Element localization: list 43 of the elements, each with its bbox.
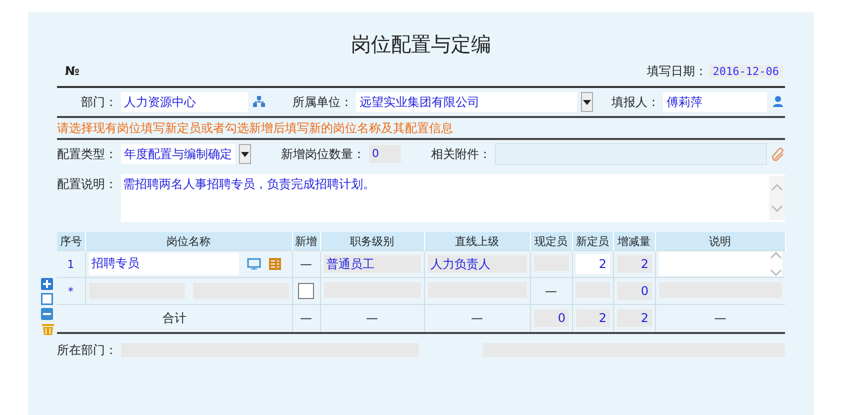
affiliation-label: 所属单位： [291, 94, 352, 110]
description-field[interactable]: 需招聘两名人事招聘专员，负责完成招聘计划。 [121, 174, 785, 222]
fill-date-label: 填写日期： [646, 62, 707, 80]
table-cell: — [530, 278, 572, 304]
config-type-field[interactable]: 年度配置与编制确定 [121, 144, 235, 164]
location-label: 所在部门： [57, 342, 117, 358]
column-header: 现定员 [530, 232, 572, 250]
attachments-label: 相关附件： [430, 146, 491, 162]
new-staff-field[interactable]: 2 [576, 254, 610, 274]
table-cell: — [655, 304, 785, 332]
hint-text: 请选择现有岗位填写新定员或者勾选新增后填写新的岗位名称及其配置信息 [57, 118, 785, 140]
filler-label: 填报人： [610, 94, 660, 110]
column-header: 说明 [655, 232, 785, 250]
number-sign: № [65, 64, 80, 78]
description-label: 配置说明： [57, 176, 117, 193]
job-level-field: 普通员工 [324, 255, 420, 273]
new-positions-field: 0 [369, 145, 401, 163]
affiliation-field[interactable]: 远望实业集团有限公司 [356, 92, 578, 112]
fill-date-value: 2016-12-06 [708, 64, 783, 78]
total-new-staff-field: 2 [576, 309, 610, 328]
column-header: 直线上级 [424, 232, 530, 250]
description-text: 需招聘两名人事招聘专员，负责完成招聘计划。 [123, 176, 375, 193]
table-cell: — [292, 250, 320, 278]
column-header: 职务级别 [320, 232, 424, 250]
change-field: 2 [616, 255, 652, 273]
column-header: 岗位名称 [85, 232, 292, 250]
department-label: 部门： [80, 94, 117, 110]
department-field[interactable]: 人力资源中心 [121, 92, 248, 112]
column-header: 增减量 [613, 232, 655, 250]
form-title: 岗位配置与定编 [350, 31, 492, 56]
column-header: 序号 [57, 232, 85, 250]
position-name-field[interactable]: 招聘专员 [88, 253, 238, 275]
config-type-label: 配置类型： [57, 146, 117, 162]
change-field: 0 [616, 282, 652, 300]
table-cell: 1 [57, 250, 85, 278]
column-header: 新定员 [572, 232, 613, 250]
total-change-field: 2 [616, 309, 652, 328]
table-cell: * [57, 278, 85, 304]
column-header: 新增 [292, 232, 320, 250]
total-current-field: 0 [534, 309, 568, 328]
superior-field: 人力负责人 [428, 255, 526, 273]
filler-field[interactable]: 傅莉萍 [663, 92, 767, 112]
new-positions-label: 新增岗位数量： [280, 146, 365, 162]
